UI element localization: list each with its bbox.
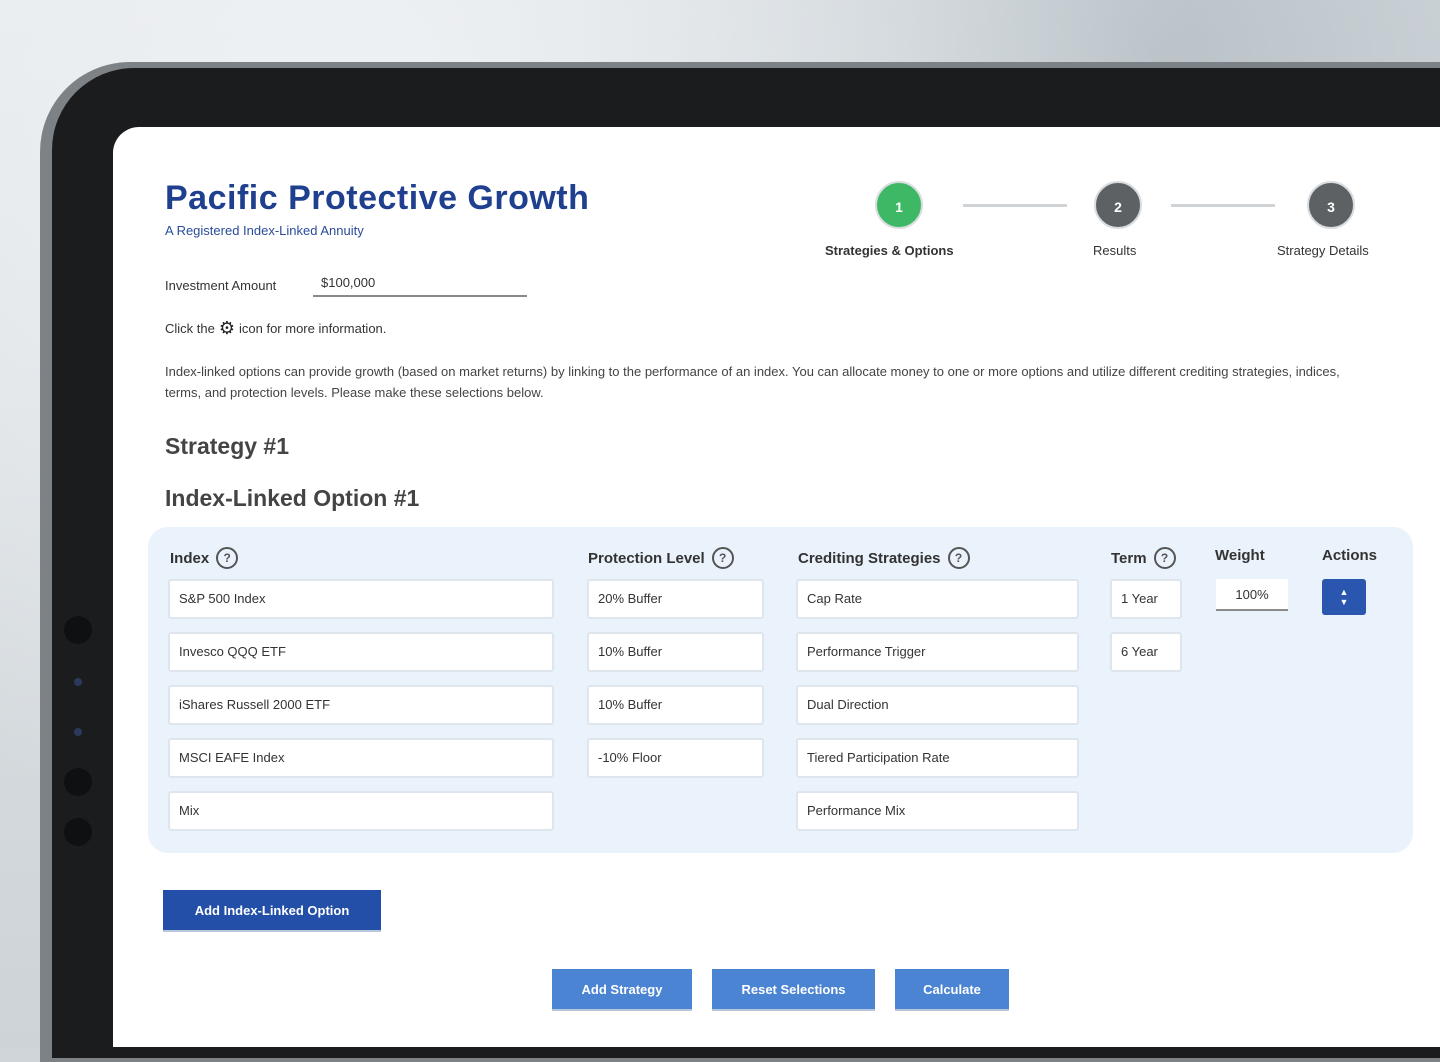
tablet-indicator-dot (74, 728, 82, 736)
index-linked-option-panel: Index ? Protection Level ? Crediting Str… (148, 527, 1413, 853)
crediting-option[interactable]: Dual Direction (796, 685, 1079, 725)
info-hint-suffix: icon for more information. (239, 320, 387, 336)
index-option[interactable]: iShares Russell 2000 ETF (168, 685, 554, 725)
index-option[interactable]: S&P 500 Index (168, 579, 554, 619)
step-3-circle[interactable]: 3 (1307, 181, 1355, 229)
crediting-option[interactable]: Tiered Participation Rate (796, 738, 1079, 778)
add-strategy-button[interactable]: Add Strategy (552, 969, 692, 1009)
index-column-header: Index ? (170, 547, 239, 569)
reset-selections-button[interactable]: Reset Selections (712, 969, 875, 1009)
gear-icon: ⚙ (218, 318, 235, 338)
index-header-label: Index (170, 549, 210, 567)
weight-column-header: Weight (1215, 547, 1265, 564)
step-1-circle[interactable]: 1 (875, 181, 923, 229)
strategy-heading: Strategy #1 (165, 433, 290, 459)
protection-option[interactable]: 10% Buffer (587, 685, 764, 725)
help-icon[interactable]: ? (947, 547, 970, 569)
help-icon[interactable]: ? (1153, 547, 1176, 569)
tablet-side-button (64, 616, 92, 644)
progress-stepper: 1 2 3 Strategies & Options Results Strat… (825, 161, 1425, 258)
step-2-label: Results (1093, 243, 1137, 258)
info-hint: Click the ⚙ icon for more information. (165, 319, 386, 337)
crediting-option[interactable]: Performance Mix (796, 791, 1079, 831)
tablet-volume-button-2 (64, 818, 92, 846)
term-header-label: Term (1111, 549, 1147, 567)
protection-column-header: Protection Level ? (588, 547, 734, 569)
app-page: Pacific Protective Growth A Registered I… (135, 141, 1427, 1047)
term-column-header: Term ? (1111, 547, 1176, 569)
up-down-arrows-icon: ▲ (1339, 587, 1349, 597)
weight-header-label: Weight (1215, 547, 1265, 564)
description-text: Index-linked options can provide growth … (165, 364, 1340, 400)
option-heading: Index-Linked Option #1 (165, 485, 420, 511)
crediting-column-header: Crediting Strategies ? (798, 547, 970, 569)
protection-header-label: Protection Level (588, 549, 705, 567)
investment-amount-input[interactable] (313, 269, 527, 297)
info-hint-prefix: Click the (165, 320, 215, 336)
tablet-sensor-dot (74, 678, 82, 686)
help-icon[interactable]: ? (711, 547, 734, 569)
term-option[interactable]: 6 Year (1110, 632, 1182, 672)
up-down-arrows-icon: ▼ (1339, 597, 1349, 607)
index-option[interactable]: MSCI EAFE Index (168, 738, 554, 778)
step-2-circle[interactable]: 2 (1094, 181, 1142, 229)
protection-option[interactable]: 10% Buffer (587, 632, 764, 672)
term-option[interactable]: 1 Year (1110, 579, 1182, 619)
step-connector (963, 204, 1067, 207)
page-title: Pacific Protective Growth (165, 179, 590, 217)
protection-option[interactable]: -10% Floor (587, 738, 764, 778)
page-subtitle: A Registered Index-Linked Annuity (165, 223, 364, 238)
index-option[interactable]: Invesco QQQ ETF (168, 632, 554, 672)
actions-header-label: Actions (1322, 547, 1378, 564)
weight-input[interactable] (1216, 579, 1288, 611)
index-option[interactable]: Mix (168, 791, 554, 831)
crediting-header-label: Crediting Strategies (798, 549, 941, 567)
protection-option[interactable]: 20% Buffer (587, 579, 764, 619)
tablet-volume-button (64, 768, 92, 796)
crediting-option[interactable]: Cap Rate (796, 579, 1079, 619)
tablet-screen: Pacific Protective Growth A Registered I… (113, 127, 1440, 1047)
reorder-action-button[interactable]: ▲ ▼ (1322, 579, 1366, 615)
calculate-button[interactable]: Calculate (895, 969, 1009, 1009)
step-3-label: Strategy Details (1277, 243, 1369, 258)
help-icon[interactable]: ? (216, 547, 239, 569)
step-connector (1171, 204, 1275, 207)
step-1-label: Strategies & Options (825, 243, 954, 258)
crediting-option[interactable]: Performance Trigger (796, 632, 1079, 672)
actions-column-header: Actions (1322, 547, 1377, 564)
investment-amount-label: Investment Amount (165, 278, 277, 293)
add-index-linked-option-button[interactable]: Add Index-Linked Option (163, 890, 381, 930)
